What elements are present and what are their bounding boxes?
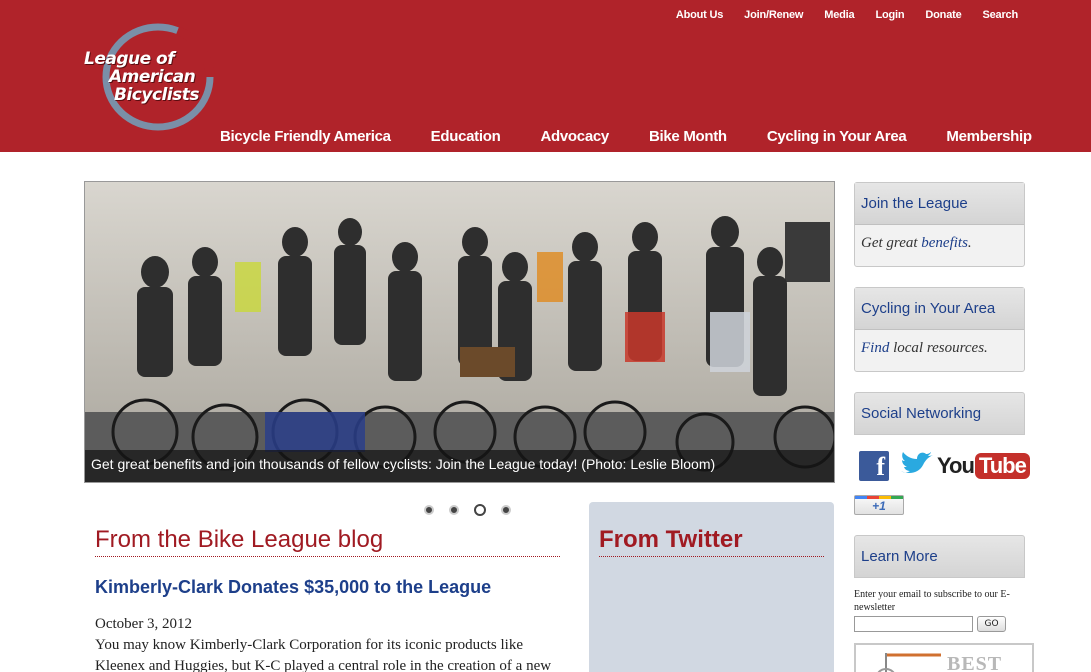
newsletter-go-button[interactable]: GO <box>977 616 1006 632</box>
join-body-prefix: Get great <box>861 235 922 251</box>
site-header: About Us Join/Renew Media Login Donate S… <box>0 0 1091 152</box>
twitter-panel: From Twitter <box>589 502 834 672</box>
util-link-about-us[interactable]: About Us <box>676 9 723 21</box>
util-link-donate[interactable]: Donate <box>925 9 961 21</box>
learn-more-title[interactable]: Learn More <box>854 535 1025 578</box>
youtube-you-text: You <box>937 453 975 478</box>
cycling-area-title[interactable]: Cycling in Your Area <box>855 288 1024 330</box>
join-body-suffix: . <box>967 235 972 251</box>
google-plus-one-button[interactable]: +1 <box>854 495 904 515</box>
blog-post-date: October 3, 2012 <box>95 616 193 632</box>
hero-slideshow[interactable]: Get great benefits and join thousands of… <box>84 181 835 483</box>
utility-nav: About Us Join/Renew Media Login Donate S… <box>655 9 1018 21</box>
find-link[interactable]: Find <box>861 340 889 356</box>
join-league-body: Get great benefits. <box>855 225 1024 266</box>
nav-cycling-in-your-area[interactable]: Cycling in Your Area <box>767 128 907 145</box>
logo-text: League of American Bicyclists <box>84 49 200 105</box>
blog-post-title-link[interactable]: Kimberly-Clark Donates $35,000 to the Le… <box>95 577 560 598</box>
slide-pager <box>424 504 511 516</box>
main-nav: Bicycle Friendly America Education Advoc… <box>220 128 1072 145</box>
blog-section: From the Bike League blog Kimberly-Clark… <box>95 526 560 672</box>
slide-caption: Get great benefits and join thousands of… <box>85 450 834 482</box>
blog-excerpt-line-2: Kleenex and Huggies, but K-C played a ce… <box>95 658 552 672</box>
logo-line-2: American <box>109 67 196 87</box>
slide-dot-2[interactable] <box>449 505 459 515</box>
slide-dot-4[interactable] <box>501 505 511 515</box>
facebook-icon[interactable]: f <box>859 451 889 481</box>
blog-heading: From the Bike League blog <box>95 526 560 557</box>
slide-dot-1[interactable] <box>424 505 434 515</box>
util-link-search[interactable]: Search <box>983 9 1019 21</box>
newsletter-email-input[interactable] <box>854 616 973 632</box>
best-bike-ad-banner[interactable]: BEST <box>854 643 1034 672</box>
nav-education[interactable]: Education <box>431 128 501 145</box>
youtube-icon[interactable]: You Tube <box>937 453 1030 479</box>
logo-line-3: Bicyclists <box>114 85 200 105</box>
join-league-box: Join the League Get great benefits. <box>854 182 1025 267</box>
site-logo[interactable]: League of American Bicyclists <box>78 22 228 132</box>
benefits-link[interactable]: benefits <box>921 235 968 251</box>
social-networking-title: Social Networking <box>854 392 1025 435</box>
newsletter-label: Enter your email to subscribe to our E-n… <box>854 589 1010 613</box>
social-icons: f You Tube <box>859 451 1030 481</box>
twitter-bird-icon[interactable] <box>899 451 935 481</box>
slide-dot-3-active[interactable] <box>474 504 486 516</box>
nav-bicycle-friendly-america[interactable]: Bicycle Friendly America <box>220 128 391 145</box>
cycling-body-suffix: local resources. <box>889 340 988 356</box>
ad-best-text: BEST <box>947 653 1003 672</box>
util-link-join-renew[interactable]: Join/Renew <box>744 9 803 21</box>
logo-line-1: League of <box>84 49 175 69</box>
blog-excerpt-line-1: You may know Kimberly-Clark Corporation … <box>95 637 523 653</box>
cyclists-group-photo <box>85 182 834 482</box>
twitter-heading: From Twitter <box>599 526 824 557</box>
nav-membership[interactable]: Membership <box>946 128 1032 145</box>
cycling-area-body: Find local resources. <box>855 330 1024 371</box>
nav-advocacy[interactable]: Advocacy <box>540 128 609 145</box>
util-link-media[interactable]: Media <box>824 9 854 21</box>
gplus-label: +1 <box>872 499 886 513</box>
blog-post-excerpt: You may know Kimberly-Clark Corporation … <box>95 635 560 672</box>
youtube-tube-text: Tube <box>974 453 1030 479</box>
nav-bike-month[interactable]: Bike Month <box>649 128 727 145</box>
util-link-login[interactable]: Login <box>875 9 904 21</box>
join-league-title[interactable]: Join the League <box>855 183 1024 225</box>
cycling-area-box: Cycling in Your Area Find local resource… <box>854 287 1025 372</box>
bike-illustration-icon <box>877 653 941 672</box>
